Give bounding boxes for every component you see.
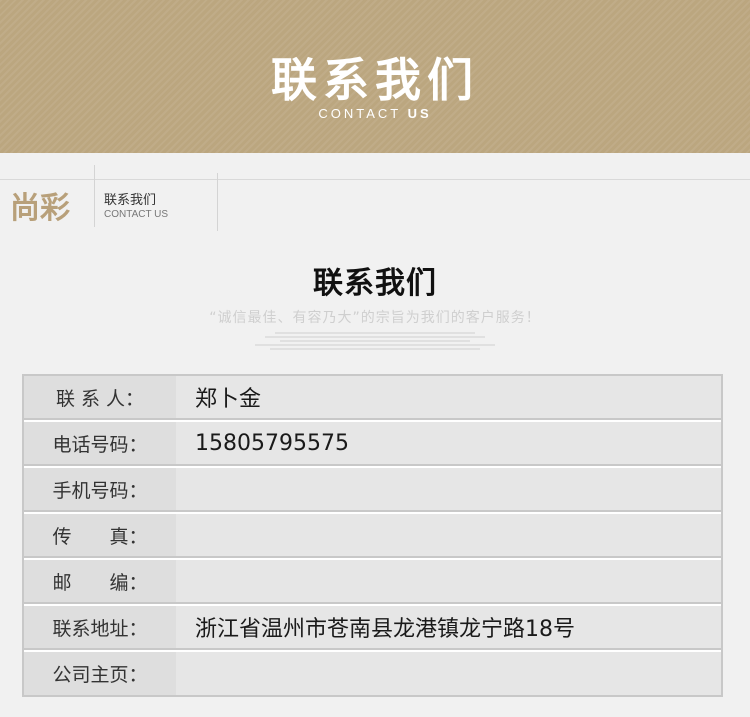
section-header: 尚彩 联系我们 CONTACT US	[0, 153, 750, 233]
contact-person-value: 郑卜金	[176, 376, 721, 418]
fax-label: 传 真：	[24, 514, 176, 556]
mobile-value	[176, 468, 721, 510]
mobile-label: 手机号码：	[24, 468, 176, 510]
row-label: 公司主页：	[52, 664, 148, 686]
homepage-value[interactable]	[176, 652, 721, 695]
address-label: 联系地址：	[24, 606, 176, 648]
table-row: 手机号码：	[24, 468, 721, 512]
table-row: 联系地址： 浙江省温州市苍南县龙港镇龙宁路18号	[24, 606, 721, 650]
row-label: 邮 编：	[52, 571, 148, 594]
phone-value: 15805795575	[176, 422, 721, 464]
row-label: 联系地址：	[52, 617, 148, 640]
banner-subtitle: CONTACT US	[0, 106, 750, 121]
row-label: 电话号码：	[52, 433, 148, 456]
table-row: 联 系 人： 郑卜金	[24, 376, 721, 420]
page-title: 联系我们	[313, 266, 437, 301]
fax-value	[176, 514, 721, 556]
section-subtitle: CONTACT US	[104, 209, 169, 220]
table-row: 电话号码： 15805795575	[24, 422, 721, 466]
postcode-label: 邮 编：	[24, 560, 176, 602]
address-value: 浙江省温州市苍南县龙港镇龙宁路18号	[176, 606, 721, 648]
banner-subtitle-light: CONTACT	[318, 106, 408, 121]
section-title: 联系我们	[104, 193, 157, 208]
postcode-value	[176, 560, 721, 602]
slogan: “诚信最佳、有容乃大”的宗旨为我们的客户服务！	[209, 310, 541, 326]
contact-person-label: 联 系 人：	[24, 376, 176, 418]
row-label: 传 真：	[52, 525, 148, 548]
divider	[217, 173, 218, 231]
row-label: 手机号码：	[52, 479, 148, 502]
decorative-fine-text	[250, 330, 500, 352]
contact-table: 联 系 人： 郑卜金 电话号码： 15805795575 手机号码： 传 真： …	[22, 374, 723, 697]
homepage-label: 公司主页：	[24, 652, 176, 695]
table-row: 邮 编：	[24, 560, 721, 604]
table-row: 公司主页：	[24, 652, 721, 695]
row-label: 联 系 人：	[55, 387, 145, 410]
phone-label: 电话号码：	[24, 422, 176, 464]
banner-subtitle-bold: US	[407, 106, 432, 121]
table-row: 传 真：	[24, 514, 721, 558]
brand-logo: 尚彩	[10, 191, 70, 226]
divider	[94, 165, 95, 227]
divider	[0, 179, 750, 180]
banner-title: 联系我们	[271, 53, 479, 107]
header-banner: 联系我们 CONTACT US	[0, 0, 750, 153]
